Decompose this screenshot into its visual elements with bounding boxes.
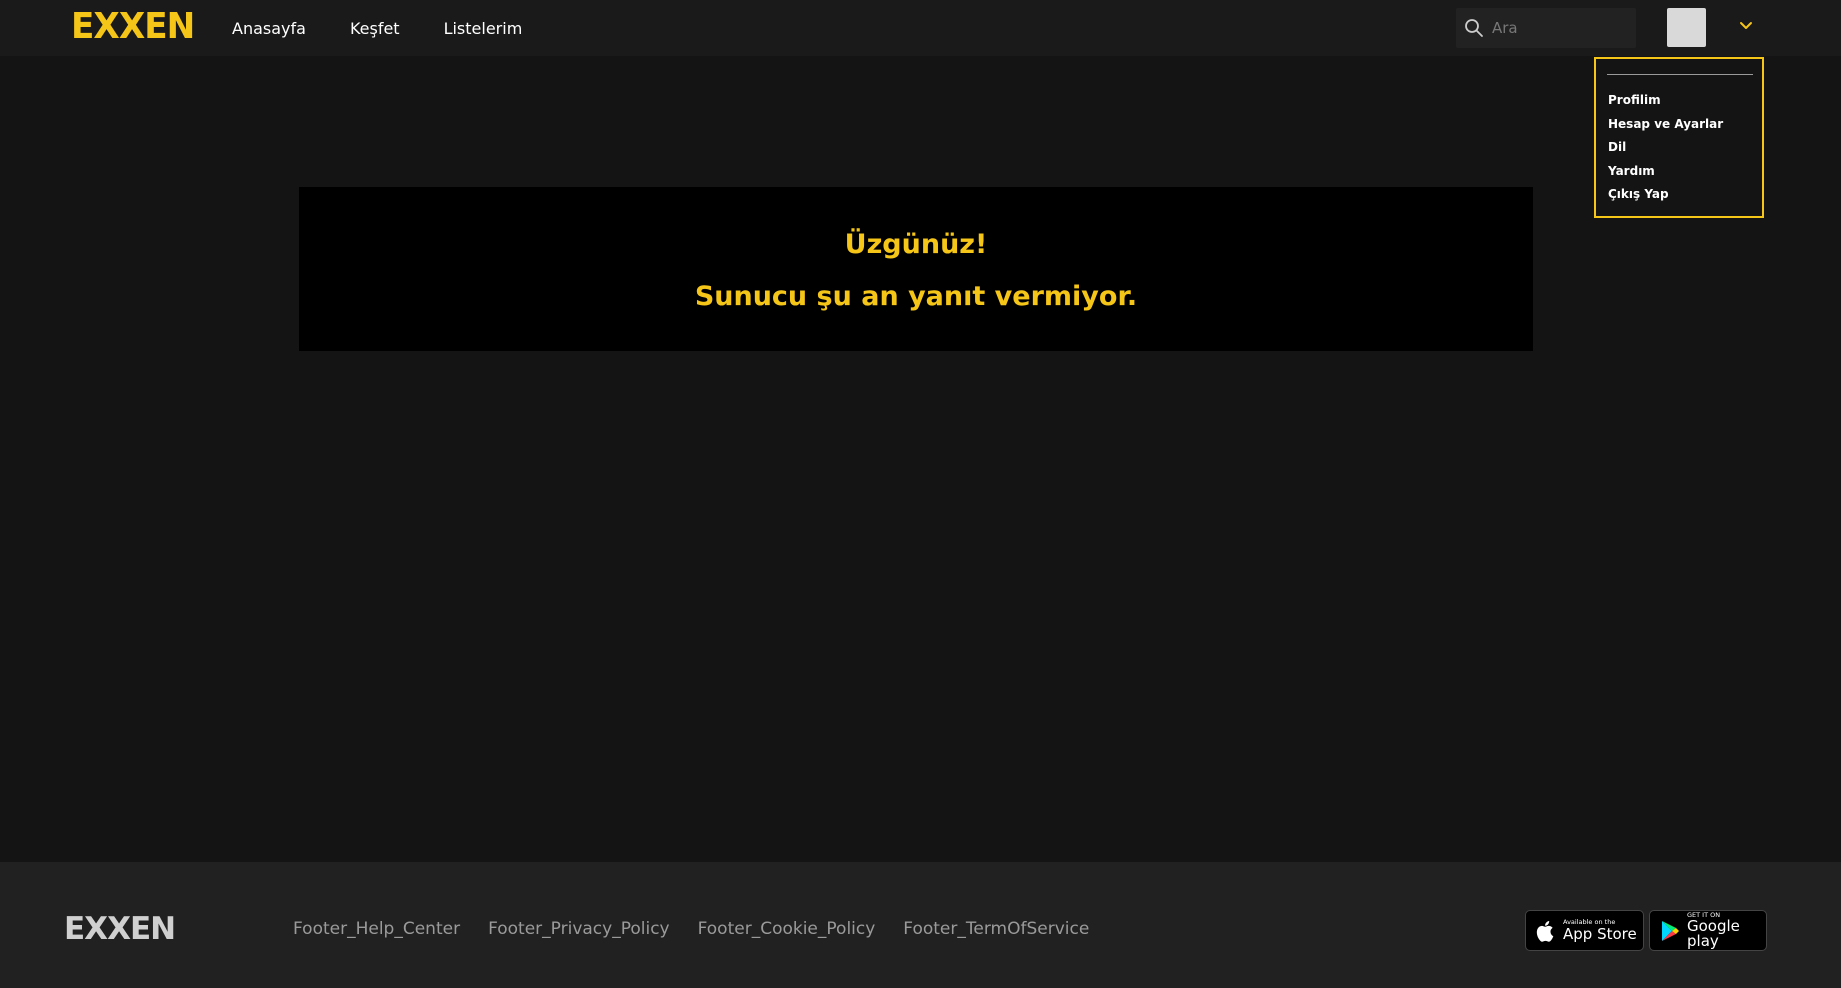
nav-anasayfa[interactable]: Anasayfa bbox=[232, 19, 306, 38]
menu-item-cikis-yap[interactable]: Çıkış Yap bbox=[1608, 186, 1723, 210]
dropdown-list: Profilim Hesap ve Ayarlar Dil Yardım Çık… bbox=[1608, 92, 1723, 210]
menu-item-profilim[interactable]: Profilim bbox=[1608, 92, 1723, 116]
error-box: Üzgünüz! Sunucu şu an yanıt vermiyor. bbox=[299, 187, 1533, 351]
error-title: Üzgünüz! bbox=[844, 229, 988, 260]
dropdown-divider bbox=[1607, 74, 1753, 75]
footer: EXXEN Footer_Help_Center Footer_Privacy_… bbox=[0, 862, 1841, 988]
app-store-text: Available on the App Store bbox=[1563, 919, 1637, 942]
app-store-big: App Store bbox=[1563, 924, 1637, 943]
footer-logo: EXXEN bbox=[64, 911, 176, 947]
exxen-logo[interactable]: EXXEN bbox=[71, 8, 195, 46]
google-play-text: GET IT ON Google play bbox=[1687, 912, 1766, 950]
menu-item-yardim[interactable]: Yardım bbox=[1608, 163, 1723, 187]
google-play-icon bbox=[1662, 920, 1679, 941]
search-icon bbox=[1465, 19, 1483, 37]
chevron-down-icon[interactable] bbox=[1738, 18, 1754, 34]
search-box bbox=[1456, 8, 1636, 48]
google-play-badge[interactable]: GET IT ON Google play bbox=[1649, 910, 1767, 951]
app-store-badge[interactable]: Available on the App Store bbox=[1525, 910, 1644, 951]
apple-icon bbox=[1536, 920, 1554, 942]
menu-item-dil[interactable]: Dil bbox=[1608, 139, 1723, 163]
menu-item-hesap-ayarlar[interactable]: Hesap ve Ayarlar bbox=[1608, 116, 1723, 140]
footer-links: Footer_Help_Center Footer_Privacy_Policy… bbox=[293, 919, 1117, 939]
error-message: Sunucu şu an yanıt vermiyor. bbox=[694, 281, 1138, 312]
footer-link-help-center[interactable]: Footer_Help_Center bbox=[293, 919, 460, 939]
main-nav: Anasayfa Keşfet Listelerim bbox=[232, 0, 566, 56]
footer-link-cookie-policy[interactable]: Footer_Cookie_Policy bbox=[698, 919, 876, 939]
top-header: EXXEN Anasayfa Keşfet Listelerim bbox=[0, 0, 1841, 56]
avatar[interactable] bbox=[1667, 8, 1706, 47]
footer-link-privacy-policy[interactable]: Footer_Privacy_Policy bbox=[488, 919, 670, 939]
user-menu-dropdown: Profilim Hesap ve Ayarlar Dil Yardım Çık… bbox=[1594, 57, 1764, 218]
nav-listelerim[interactable]: Listelerim bbox=[444, 19, 523, 38]
google-play-big: Google play bbox=[1687, 917, 1740, 951]
nav-kesfet[interactable]: Keşfet bbox=[350, 19, 400, 38]
search-input[interactable] bbox=[1492, 19, 1632, 37]
footer-link-terms-of-service[interactable]: Footer_TermOfService bbox=[903, 919, 1089, 939]
